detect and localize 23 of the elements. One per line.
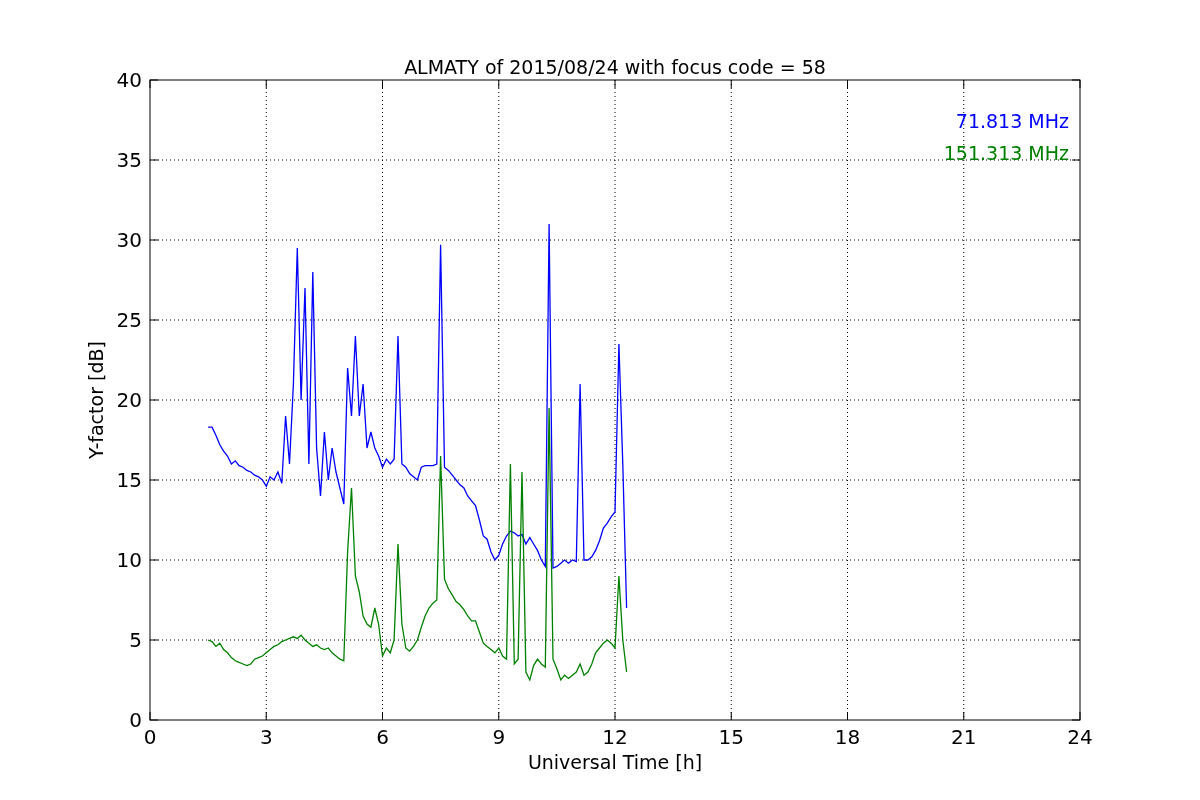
tick-label: 0: [143, 725, 157, 749]
legend-label: 151.313 MHz: [943, 142, 1069, 164]
tick-label: 12: [602, 725, 628, 749]
tick-label: 10: [116, 548, 142, 572]
chart-title: ALMATY of 2015/08/24 with focus code = 58: [404, 56, 826, 78]
y-axis-label: Y-factor [dB]: [85, 341, 107, 459]
legend-label: 71.813 MHz: [955, 110, 1069, 132]
tick-label: 18: [834, 725, 861, 749]
tick-label: 21: [951, 725, 977, 749]
tick-label: 25: [116, 308, 142, 332]
tick-label: 24: [1067, 725, 1093, 749]
tick-label: 9: [492, 725, 506, 749]
tick-label: 30: [116, 228, 142, 252]
tick-label: 40: [116, 68, 142, 92]
tick-label: 3: [259, 725, 273, 749]
tick-label: 6: [376, 725, 389, 749]
tick-label: 0: [129, 708, 142, 732]
tick-label: 15: [718, 725, 744, 749]
tick-label: 5: [129, 628, 142, 652]
tick-label: 20: [116, 388, 142, 412]
tick-label: 15: [116, 468, 142, 492]
x-axis-label: Universal Time [h]: [527, 751, 703, 773]
tick-label: 35: [116, 148, 142, 172]
